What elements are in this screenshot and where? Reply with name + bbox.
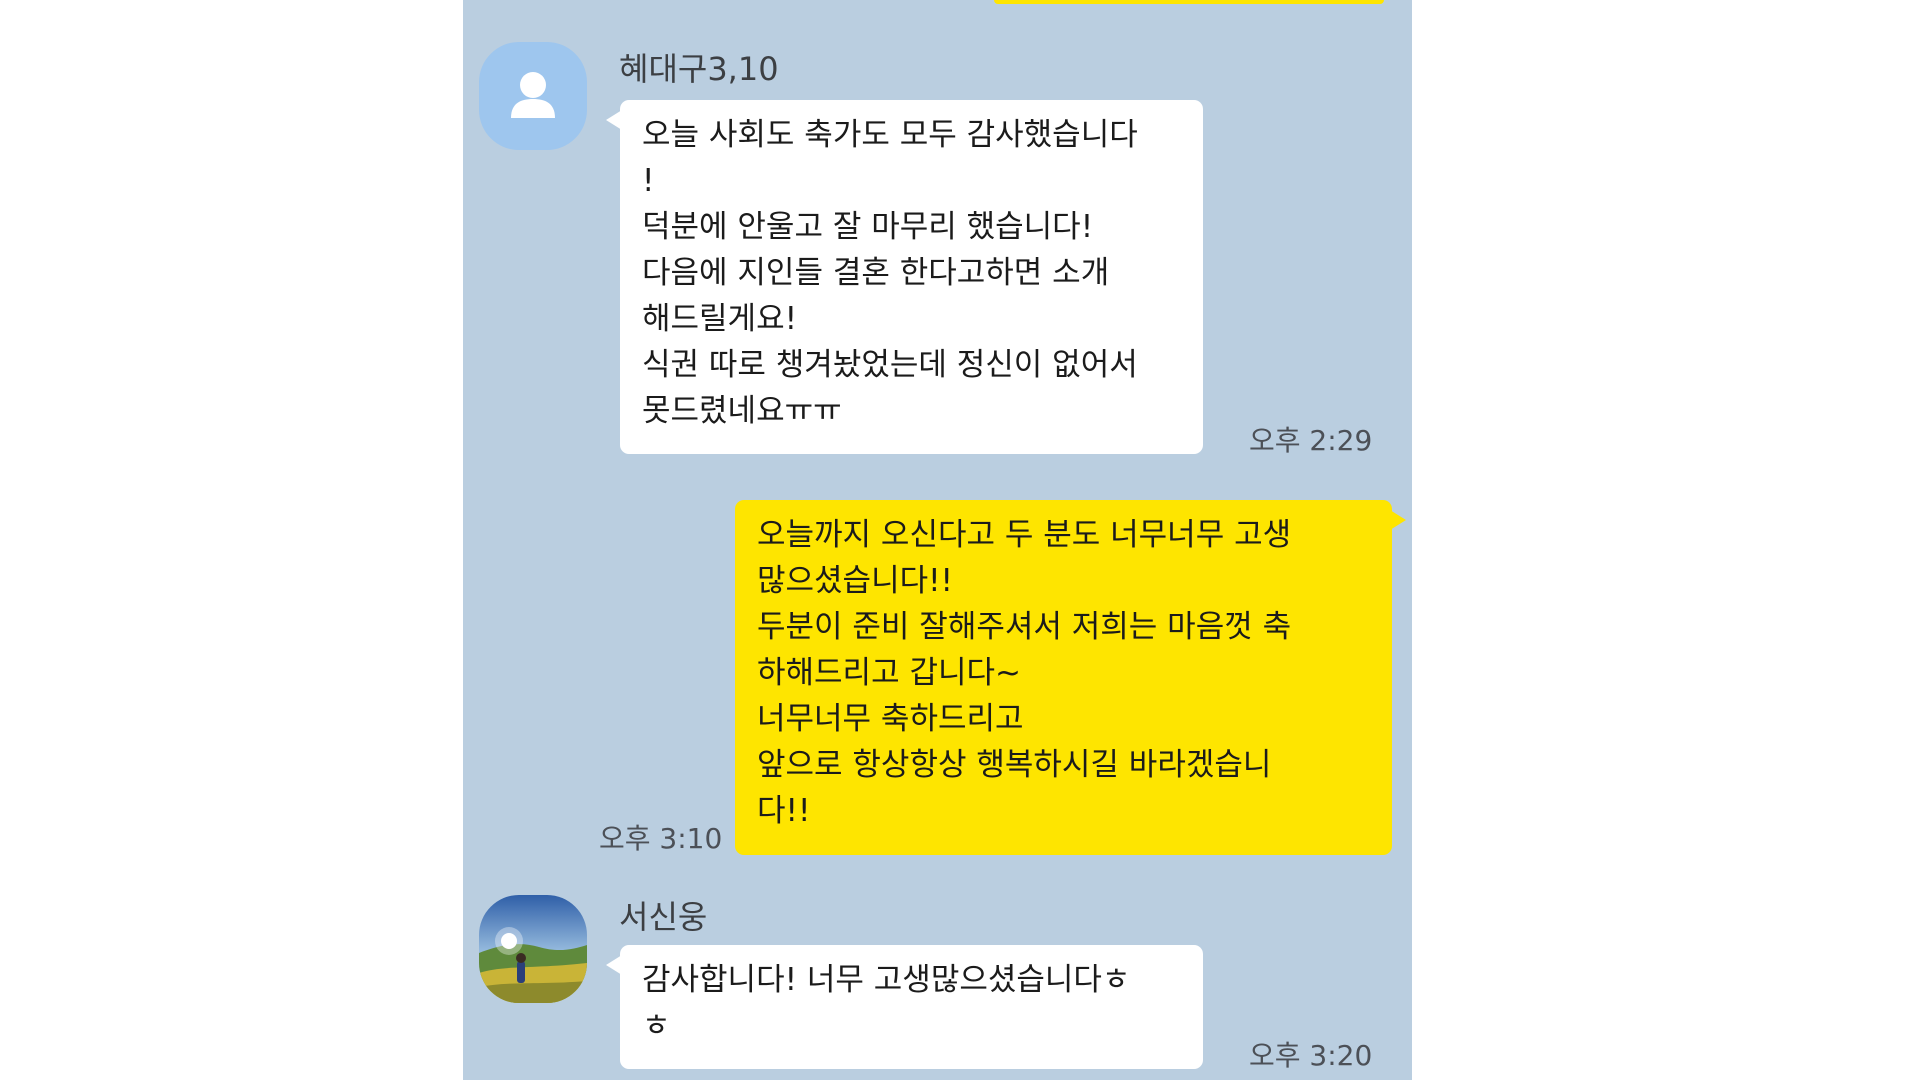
message-text-line: ㅎ [642, 1008, 671, 1044]
message-text-line: 다!! [757, 793, 811, 829]
sender-avatar[interactable] [479, 895, 587, 1003]
chat-window: 혜대구3,10 오늘 사회도 축가도 모두 감사했습니다 ! 덕분에 안울고 잘… [463, 0, 1412, 1080]
message-text-line: 앞으로 항상항상 행복하시길 바라겠습니 [757, 747, 1272, 783]
message-timestamp: 오후 3:10 [599, 822, 723, 855]
message-text-line: 오늘까지 오신다고 두 분도 너무너무 고생 [757, 517, 1292, 553]
sender-name: 혜대구3,10 [619, 50, 779, 88]
message-text-line: 많으셨습니다!! [757, 563, 953, 599]
message-bubble[interactable]: 감사합니다! 너무 고생많으셨습니다ㅎ ㅎ [606, 945, 1203, 1069]
message-text-line: 다음에 지인들 결혼 한다고하면 소개 [642, 255, 1110, 291]
message-bubble[interactable]: 오늘 사회도 축가도 모두 감사했습니다 ! 덕분에 안울고 잘 마무리 했습니… [606, 100, 1203, 454]
message-text-line: 너무너무 축하드리고 [757, 701, 1024, 737]
sender-avatar[interactable] [479, 42, 587, 150]
default-person-icon [511, 72, 555, 118]
sender-name: 서신웅 [619, 898, 708, 936]
previous-message-bubble [994, 0, 1384, 4]
message-text-line: 해드릴게요! [642, 301, 798, 337]
message-text-line: 오늘 사회도 축가도 모두 감사했습니다 [642, 117, 1138, 153]
message-text-line: 식권 따로 챙겨놨었는데 정신이 없어서 [642, 347, 1138, 383]
message-text-line: 감사합니다! 너무 고생많으셨습니다ㅎ [642, 962, 1131, 998]
message-timestamp: 오후 3:20 [1249, 1039, 1373, 1072]
message-text-line: ! [642, 163, 655, 199]
message-bubble[interactable]: 오늘까지 오신다고 두 분도 너무너무 고생 많으셨습니다!! 두분이 준비 잘… [735, 500, 1406, 855]
message-text-line: 덕분에 안울고 잘 마무리 했습니다! [642, 209, 1094, 245]
message-text-line: 하해드리고 갑니다~ [757, 655, 1021, 691]
message-text-line: 못드렸네요ㅠㅠ [642, 393, 842, 429]
message-text-line: 두분이 준비 잘해주셔서 저희는 마음껏 축 [757, 609, 1292, 645]
message-timestamp: 오후 2:29 [1249, 424, 1373, 457]
profile-photo [479, 895, 587, 1003]
